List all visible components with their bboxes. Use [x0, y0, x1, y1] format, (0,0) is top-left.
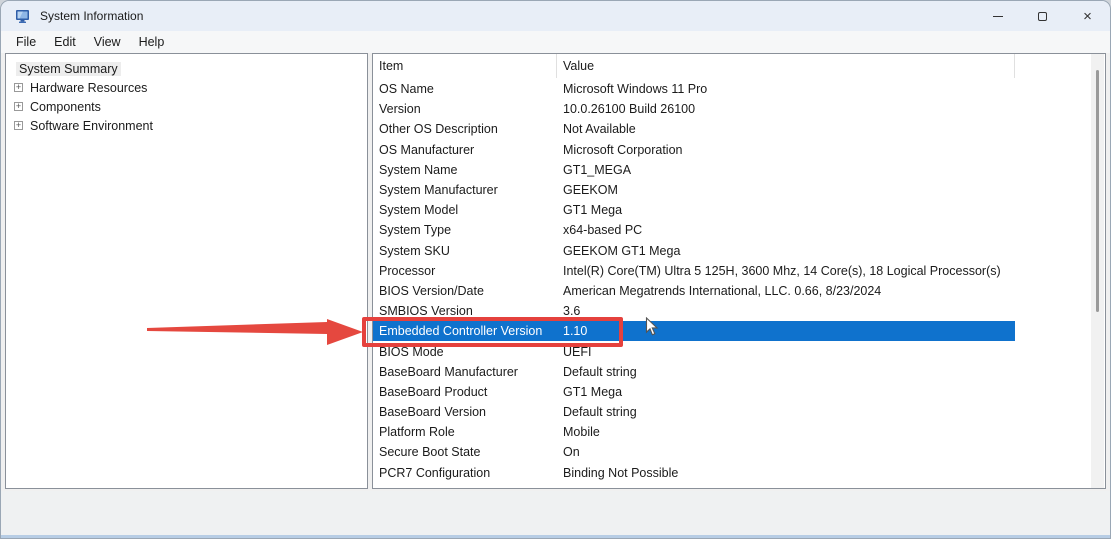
table-row[interactable]: BaseBoard ProductGT1 Mega — [373, 382, 1093, 402]
close-button[interactable]: × — [1065, 1, 1110, 31]
results-table-body: OS NameMicrosoft Windows 11 ProVersion10… — [373, 79, 1093, 483]
table-row[interactable]: System NameGT1_MEGA — [373, 160, 1093, 180]
system-information-window: System Information × File Edit View Help… — [0, 0, 1111, 539]
table-row[interactable]: SMBIOS Version3.6 — [373, 301, 1093, 321]
item-cell: System Type — [373, 223, 557, 237]
value-cell: x64-based PC — [557, 223, 642, 237]
item-cell: SMBIOS Version — [373, 304, 557, 318]
item-cell: System Model — [373, 203, 557, 217]
value-cell: American Megatrends International, LLC. … — [557, 284, 881, 298]
tree-item-components[interactable]: + Components — [6, 97, 367, 116]
value-cell: Default string — [557, 365, 637, 379]
value-cell: 10.0.26100 Build 26100 — [557, 102, 695, 116]
value-cell: Microsoft Corporation — [557, 143, 683, 157]
table-row[interactable]: Platform RoleMobile — [373, 422, 1093, 442]
tree-item-system-summary[interactable]: System Summary — [6, 59, 367, 78]
table-row[interactable]: OS ManufacturerMicrosoft Corporation — [373, 140, 1093, 160]
table-row[interactable]: Version10.0.26100 Build 26100 — [373, 99, 1093, 119]
scrollbar-thumb[interactable] — [1096, 70, 1099, 312]
find-bar: Find what: Find Close Find Search select… — [1, 491, 1110, 537]
expand-plus-icon[interactable]: + — [14, 83, 23, 92]
item-cell: BaseBoard Product — [373, 385, 557, 399]
table-row[interactable]: System ManufacturerGEEKOM — [373, 180, 1093, 200]
table-row[interactable]: Secure Boot StateOn — [373, 442, 1093, 462]
table-row[interactable]: BaseBoard VersionDefault string — [373, 402, 1093, 422]
value-cell: Not Available — [557, 122, 636, 136]
table-row[interactable]: System ModelGT1 Mega — [373, 200, 1093, 220]
maximize-icon — [1038, 12, 1047, 21]
item-cell: Platform Role — [373, 425, 557, 439]
value-cell: Mobile — [557, 425, 600, 439]
system-information-app-icon — [15, 8, 31, 24]
item-cell: Secure Boot State — [373, 445, 557, 459]
window-title: System Information — [40, 9, 143, 23]
table-row[interactable]: System Typex64-based PC — [373, 220, 1093, 240]
list-header: Item Value — [373, 54, 1015, 78]
item-cell: Processor — [373, 264, 557, 278]
vertical-scrollbar[interactable] — [1091, 54, 1104, 488]
item-cell: OS Manufacturer — [373, 143, 557, 157]
table-row-selected[interactable]: Embedded Controller Version1.10 — [373, 321, 1015, 341]
table-row[interactable]: OS NameMicrosoft Windows 11 Pro — [373, 79, 1093, 99]
item-cell: PCR7 Configuration — [373, 466, 557, 480]
close-icon: × — [1083, 9, 1092, 24]
column-header-item[interactable]: Item — [373, 54, 557, 78]
item-cell: System Name — [373, 163, 557, 177]
value-cell: Binding Not Possible — [557, 466, 678, 480]
minimize-button[interactable] — [975, 1, 1020, 31]
window-bottom-edge — [1, 535, 1110, 538]
item-cell: Other OS Description — [373, 122, 557, 136]
item-cell: Embedded Controller Version — [373, 324, 557, 338]
value-cell: UEFI — [557, 345, 591, 359]
item-cell: BIOS Version/Date — [373, 284, 557, 298]
item-cell: OS Name — [373, 82, 557, 96]
menubar: File Edit View Help — [1, 31, 1110, 53]
value-cell: GT1 Mega — [557, 385, 622, 399]
table-row[interactable]: BIOS ModeUEFI — [373, 341, 1093, 361]
value-cell: 1.10 — [557, 324, 587, 338]
menu-view[interactable]: View — [85, 33, 130, 51]
item-cell: BaseBoard Version — [373, 405, 557, 419]
titlebar: System Information × — [1, 1, 1110, 31]
table-row[interactable]: PCR7 ConfigurationBinding Not Possible — [373, 463, 1093, 483]
category-tree: System Summary + Hardware Resources + Co… — [5, 53, 368, 489]
value-cell: GT1 Mega — [557, 203, 622, 217]
tree-item-hardware-resources[interactable]: + Hardware Resources — [6, 78, 367, 97]
value-cell: GEEKOM GT1 Mega — [557, 244, 680, 258]
value-cell: Intel(R) Core(TM) Ultra 5 125H, 3600 Mhz… — [557, 264, 1001, 278]
minimize-icon — [993, 16, 1003, 17]
column-header-value[interactable]: Value — [557, 54, 1015, 78]
value-cell: 3.6 — [557, 304, 580, 318]
tree-item-software-environment[interactable]: + Software Environment — [6, 116, 367, 135]
details-list: Item Value OS NameMicrosoft Windows 11 P… — [372, 53, 1106, 489]
value-cell: On — [557, 445, 580, 459]
table-row[interactable]: BIOS Version/DateAmerican Megatrends Int… — [373, 281, 1093, 301]
table-row[interactable]: System SKUGEEKOM GT1 Mega — [373, 241, 1093, 261]
value-cell: GEEKOM — [557, 183, 618, 197]
expand-plus-icon[interactable]: + — [14, 121, 23, 130]
value-cell: GT1_MEGA — [557, 163, 631, 177]
expand-plus-icon[interactable]: + — [14, 102, 23, 111]
item-cell: BaseBoard Manufacturer — [373, 365, 557, 379]
item-cell: System SKU — [373, 244, 557, 258]
value-cell: Default string — [557, 405, 637, 419]
maximize-button[interactable] — [1020, 1, 1065, 31]
menu-help[interactable]: Help — [130, 33, 174, 51]
value-cell: Microsoft Windows 11 Pro — [557, 82, 707, 96]
item-cell: BIOS Mode — [373, 345, 557, 359]
item-cell: Version — [373, 102, 557, 116]
table-row[interactable]: BaseBoard ManufacturerDefault string — [373, 362, 1093, 382]
menu-file[interactable]: File — [7, 33, 45, 51]
table-row[interactable]: ProcessorIntel(R) Core(TM) Ultra 5 125H,… — [373, 261, 1093, 281]
item-cell: System Manufacturer — [373, 183, 557, 197]
menu-edit[interactable]: Edit — [45, 33, 85, 51]
table-row[interactable]: Other OS DescriptionNot Available — [373, 119, 1093, 139]
